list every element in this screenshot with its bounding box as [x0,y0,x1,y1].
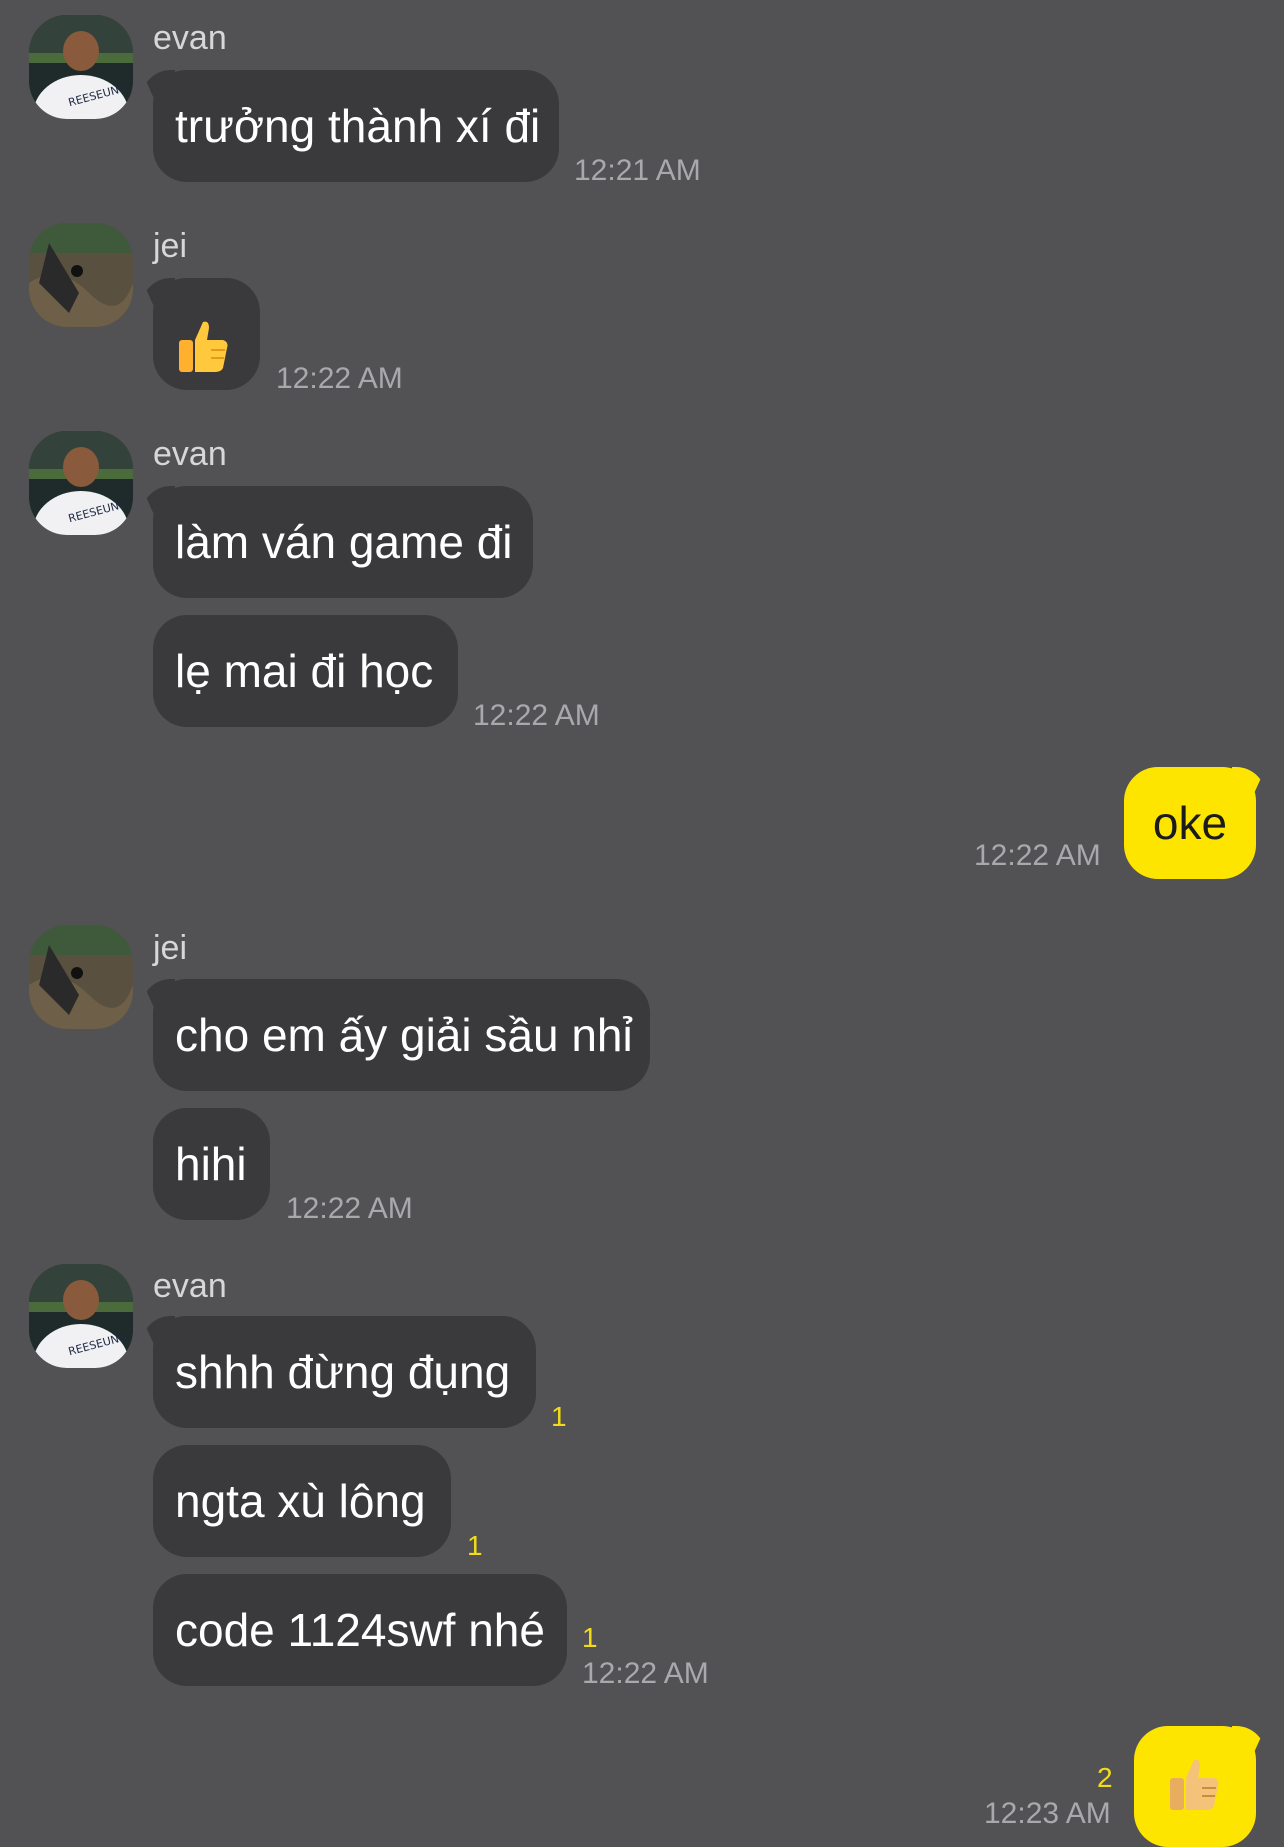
unread-count: 2 [1097,1762,1113,1793]
thumbs-up-icon [1164,1754,1224,1825]
avatar-evan[interactable]: REESEUNG [29,431,133,535]
sender-name: evan [153,19,227,57]
message-bubble[interactable]: ngta xù lông [153,1445,451,1557]
outgoing-message-bubble[interactable] [1134,1726,1256,1847]
avatar-jei[interactable] [29,925,133,1029]
message-time: 12:22 AM [974,839,1101,872]
message-time: 12:22 AM [473,699,600,732]
message-time: 12:22 AM [582,1657,709,1690]
sender-name: jei [153,227,188,265]
message-bubble[interactable]: code 1124swf nhé [153,1574,567,1686]
sender-name: evan [153,435,227,473]
avatar-evan[interactable]: REESEUNG [29,15,133,119]
message-bubble[interactable]: hihi [153,1108,270,1220]
avatar-evan[interactable]: REESEUNG [29,1264,133,1368]
message-time: 12:22 AM [276,362,403,395]
message-bubble[interactable]: cho em ấy giải sầu nhỉ [153,979,650,1091]
message-time: 12:21 AM [574,154,701,187]
message-bubble[interactable]: trưởng thành xí đi [153,70,559,182]
unread-count: 1 [467,1530,483,1561]
message-bubble[interactable]: lẹ mai đi học [153,615,458,727]
message-bubble[interactable] [153,278,260,390]
message-time: 12:23 AM [984,1797,1111,1830]
sender-name: jei [153,929,188,967]
message-time: 12:22 AM [286,1192,413,1225]
message-bubble[interactable]: shhh đừng đụng [153,1316,536,1428]
unread-count: 1 [582,1622,598,1653]
thumbs-up-icon [173,304,233,416]
message-bubble[interactable]: làm ván game đi [153,486,533,598]
avatar-jei[interactable] [29,223,133,327]
unread-count: 1 [551,1401,567,1432]
sender-name: evan [153,1267,227,1305]
outgoing-message-bubble[interactable]: oke [1124,767,1256,879]
